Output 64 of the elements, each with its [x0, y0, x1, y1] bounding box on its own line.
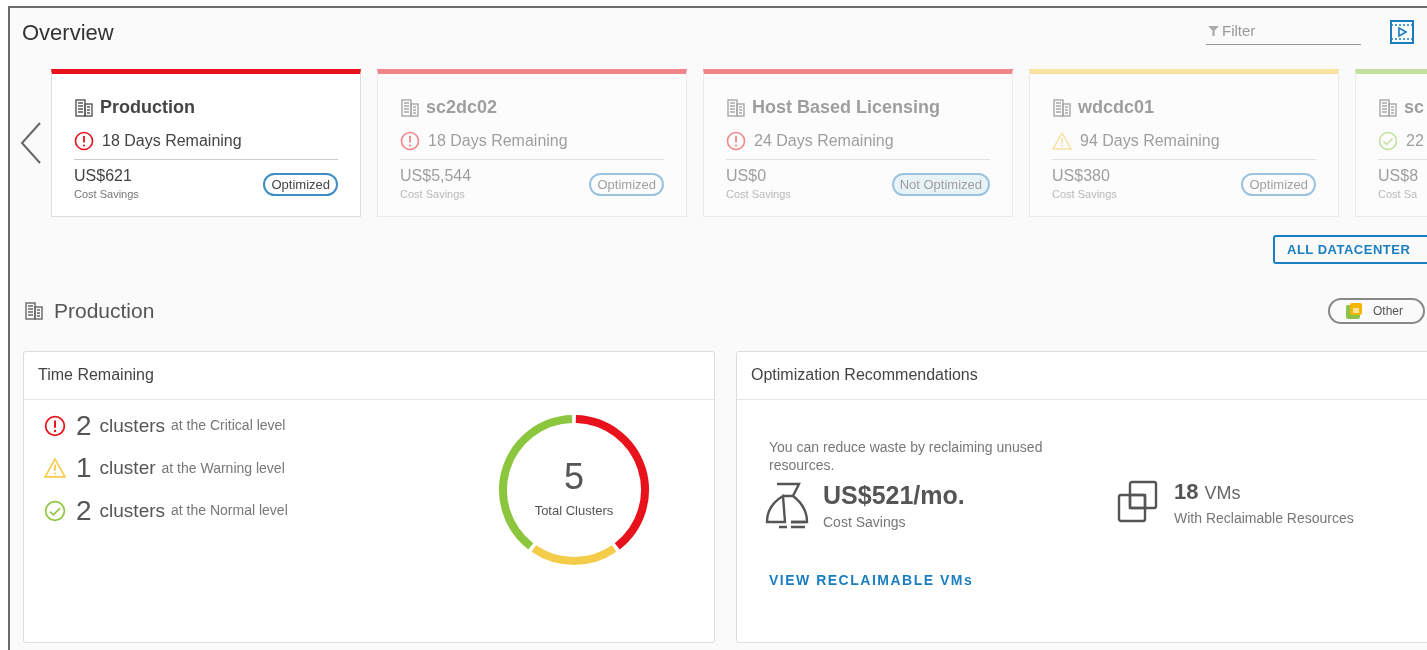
building-icon: [1052, 97, 1072, 118]
total-count: 5: [564, 458, 584, 495]
building-icon: [24, 300, 44, 321]
exclamation-circle-icon: [74, 131, 94, 151]
savings-value: US$0: [726, 166, 768, 186]
panel-title: Optimization Recommendations: [737, 351, 1427, 400]
tag-icon: [1345, 301, 1363, 320]
days-remaining: 24 Days Remaining: [754, 131, 894, 151]
cluster-count: 2: [76, 411, 92, 440]
days-remaining: 18 Days Remaining: [428, 131, 568, 151]
savings-label: Cost Savings: [1052, 187, 1117, 202]
cluster-unit: clusters: [99, 413, 166, 438]
exclamation-circle-icon: [726, 131, 746, 151]
building-icon: [726, 97, 746, 118]
section-title: Production: [54, 298, 155, 324]
building-icon: [400, 97, 420, 118]
cluster-unit: clusters: [99, 498, 166, 523]
cost-savings-label: Cost Savings: [823, 512, 907, 532]
savings-value: US$380: [1052, 166, 1111, 186]
level-text: at the Warning level: [161, 458, 285, 478]
card-title: Host Based Licensing: [752, 96, 941, 119]
card-title: sc2dc02: [426, 96, 498, 119]
card-title: wdcdc01: [1078, 96, 1155, 119]
optimization-badge: Optimized: [589, 172, 664, 196]
panel-title: Time Remaining: [24, 351, 714, 400]
level-text: at the Normal level: [171, 501, 288, 521]
card-title: Production: [100, 96, 195, 119]
days-remaining: 18 Days Remaining: [102, 131, 242, 151]
cost-savings-value: US$521/mo.: [823, 480, 965, 512]
filter-icon: [1208, 24, 1219, 36]
savings-label: Cost Sa: [1378, 187, 1419, 202]
vm-unit: VMs: [1204, 481, 1241, 505]
optimization-badge: Optimized: [1241, 172, 1316, 196]
optimization-badge: Not Optimized: [891, 172, 990, 196]
vm-label: With Reclaimable Resources: [1174, 508, 1354, 528]
savings-label: Cost Savings: [74, 187, 139, 202]
card-title: sc: [1404, 96, 1425, 119]
cluster-count: 1: [76, 454, 92, 483]
page-title: Overview: [22, 18, 114, 47]
days-remaining: 22: [1406, 131, 1424, 151]
days-remaining: 94 Days Remaining: [1080, 131, 1220, 151]
all-datacenters-button[interactable]: ALL DATACENTER: [1273, 235, 1427, 264]
video-icon[interactable]: [1389, 19, 1415, 45]
cluster-unit: cluster: [99, 456, 156, 480]
cluster-count: 2: [76, 496, 92, 525]
building-icon: [74, 97, 94, 118]
savings-value: US$8: [1378, 166, 1419, 186]
optimization-badge: Optimized: [263, 172, 338, 196]
savings-value: US$5,544: [400, 166, 472, 186]
view-reclaimable-link[interactable]: VIEW RECLAIMABLE VMs: [769, 569, 974, 591]
savings-label: Cost Savings: [726, 187, 791, 202]
level-text: at the Critical level: [171, 416, 286, 436]
check-circle-icon: [1378, 131, 1398, 151]
other-tag[interactable]: Other: [1328, 297, 1425, 324]
total-label: Total Clusters: [534, 501, 614, 520]
exclamation-circle-icon: [400, 131, 420, 151]
copies-icon: [1116, 479, 1160, 524]
warning-triangle-icon: [1052, 131, 1072, 151]
building-icon: [1378, 97, 1398, 118]
intro-text: You can reduce waste by reclaiming unused resources.: [769, 437, 1044, 474]
vm-count: 18: [1174, 477, 1199, 506]
savings-label: Cost Savings: [400, 187, 466, 202]
datacenter-card[interactable]: Production 18 Days Remaining US$621 Cost Savings Optimized: [51, 69, 361, 217]
savings-value: US$621: [74, 166, 133, 186]
